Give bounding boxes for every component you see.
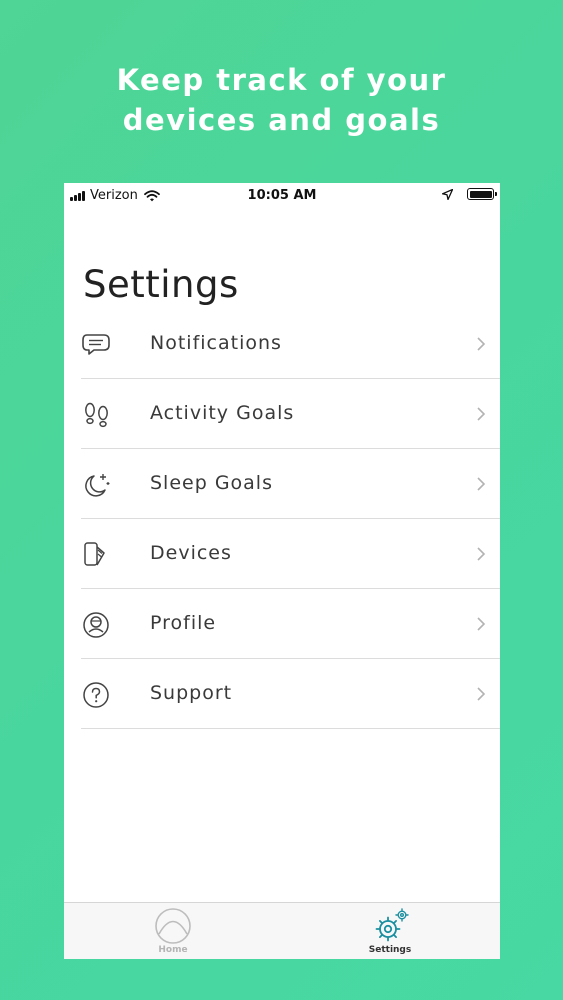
settings-row-label: Support bbox=[150, 682, 233, 704]
location-arrow-icon bbox=[442, 188, 453, 200]
chevron-right-icon bbox=[477, 477, 486, 491]
tab-label: Home bbox=[158, 945, 188, 955]
headline: Keep track of your devices and goals bbox=[0, 60, 563, 140]
headline-line-1: Keep track of your bbox=[116, 63, 447, 97]
chevron-right-icon bbox=[477, 687, 486, 701]
gear-icon bbox=[375, 908, 409, 942]
settings-row-label: Devices bbox=[150, 542, 232, 564]
settings-list: Notifications Activity Goals Sleep Goals… bbox=[81, 309, 500, 729]
settings-row-label: Activity Goals bbox=[150, 402, 295, 424]
chevron-right-icon bbox=[477, 337, 486, 351]
moon-stars-icon bbox=[85, 474, 110, 497]
device-icon bbox=[84, 542, 105, 566]
tab-settings[interactable]: Settings bbox=[340, 907, 440, 957]
help-circle-icon bbox=[83, 682, 109, 708]
status-right bbox=[442, 188, 497, 200]
chevron-right-icon bbox=[477, 407, 486, 421]
settings-row-devices[interactable]: Devices bbox=[81, 519, 500, 589]
settings-row-notifications[interactable]: Notifications bbox=[81, 309, 500, 379]
status-time: 10:05 AM bbox=[247, 188, 317, 203]
headline-line-2: devices and goals bbox=[122, 103, 441, 137]
settings-row-activity-goals[interactable]: Activity Goals bbox=[81, 379, 500, 449]
chevron-right-icon bbox=[477, 547, 486, 561]
chat-bubble-icon bbox=[82, 334, 110, 355]
status-bar: Verizon 10:05 AM bbox=[64, 183, 500, 209]
phone-screen: Verizon 10:05 AM Settings Notifications bbox=[64, 183, 500, 959]
settings-row-profile[interactable]: Profile bbox=[81, 589, 500, 659]
settings-row-label: Notifications bbox=[150, 332, 282, 354]
page-title: Settings bbox=[83, 263, 239, 306]
tab-label: Settings bbox=[368, 945, 412, 955]
chevron-right-icon bbox=[477, 617, 486, 631]
footprints-icon bbox=[85, 402, 108, 428]
settings-row-support[interactable]: Support bbox=[81, 659, 500, 729]
settings-row-label: Sleep Goals bbox=[150, 472, 273, 494]
battery-icon bbox=[467, 188, 497, 200]
home-dome-icon bbox=[155, 908, 191, 944]
settings-row-sleep-goals[interactable]: Sleep Goals bbox=[81, 449, 500, 519]
settings-row-label: Profile bbox=[150, 612, 217, 634]
tab-bar: Home Settings bbox=[64, 902, 500, 959]
tab-home[interactable]: Home bbox=[123, 907, 223, 957]
profile-icon bbox=[83, 612, 109, 638]
